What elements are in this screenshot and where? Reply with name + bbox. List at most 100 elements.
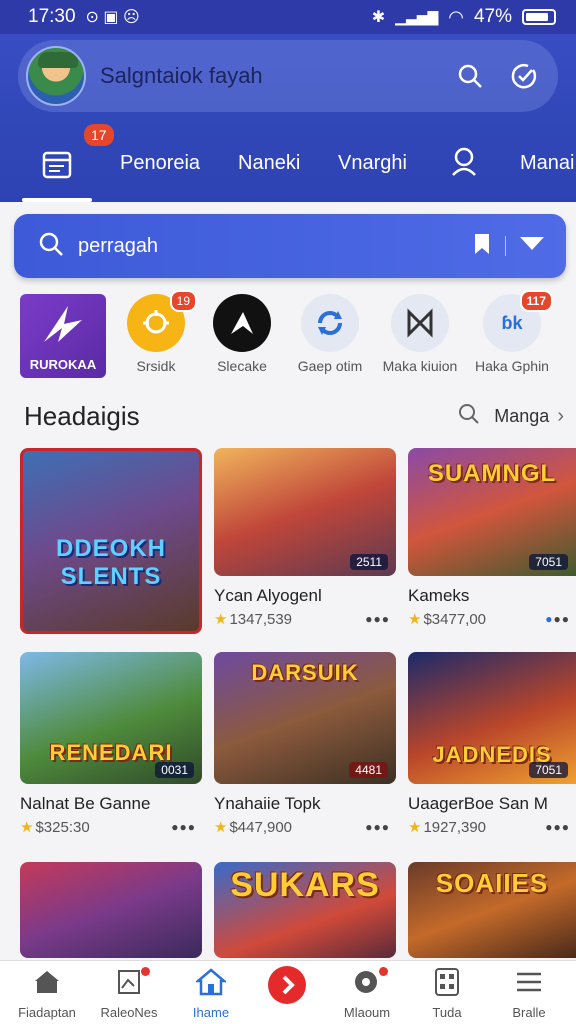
grid-icon [402, 967, 492, 997]
bowtie-icon [391, 294, 449, 352]
search-input[interactable]: perragah [78, 235, 473, 258]
play-icon [242, 965, 332, 1005]
nav-raleones[interactable]: RaleoNes [84, 967, 174, 1020]
avatar[interactable] [26, 46, 86, 106]
chevron-down-icon[interactable] [520, 236, 544, 256]
game-card[interactable]: RENEDARI 0031 Nalnat Be Ganne ★ $325:30 ●●… [20, 652, 202, 836]
more-dots-icon[interactable]: ●●● [545, 820, 570, 834]
game-title: Ycan Alyogenl [214, 586, 322, 605]
nav-label: Bralle [512, 1005, 546, 1020]
game-thumbnail[interactable]: SUAMNGL 7051 [408, 448, 576, 576]
chevron-right-icon[interactable]: › [557, 405, 564, 428]
menu-icon [484, 967, 574, 997]
battery-percent: 47% [473, 6, 512, 27]
shortcut-srsidk[interactable]: 19 Srsidk [110, 290, 202, 374]
tab-home[interactable]: 17 [14, 124, 114, 202]
notification-icons: ⊙ ▣ ☹ [85, 9, 140, 26]
game-card[interactable] [20, 862, 202, 958]
more-dots-icon[interactable]: ●●● [365, 820, 390, 834]
thumb-title: DARSUIK [251, 660, 359, 685]
game-thumbnail[interactable]: SUKARS [214, 862, 396, 958]
bookmark-icon[interactable] [473, 233, 491, 260]
star-icon: ★ [408, 611, 422, 628]
shortcut-label: Gaep otim [297, 358, 363, 374]
shortcut-haka-gphin[interactable]: ɓk 117 Haka Gphin [466, 290, 558, 374]
game-card[interactable]: DARSUIK 4481 Ynahaiie Topk ★ $447,900 ●●● [214, 652, 396, 836]
see-more-link[interactable]: Manga [494, 406, 549, 427]
shortcut-label: Maka kiuion [382, 358, 458, 374]
game-thumbnail[interactable]: DARSUIK 4481 [214, 652, 396, 784]
shortcut-label: Haka Gphin [475, 358, 549, 374]
app-header: 17:30 ⊙ ▣ ☹ ✱ ▁▃▅▇ ◠ 47% Salgntaiok faya… [0, 0, 576, 202]
game-thumbnail[interactable]: JADNEDIS 7051 [408, 652, 576, 784]
tab-manai[interactable]: Manai [520, 152, 574, 175]
wifi-icon: ◠ [448, 6, 464, 27]
nav-label: Ihame [192, 1005, 230, 1020]
nav-fiadaptan[interactable]: Fiadaptan [2, 967, 92, 1020]
nav-label: Fiadaptan [18, 1005, 76, 1020]
game-card[interactable]: SUAMNGL 7051 Kameks ★ $3477,00 ●●● [408, 448, 576, 628]
more-dots-icon[interactable]: ●●● [171, 820, 196, 834]
tab-naneki[interactable]: Naneki [238, 152, 300, 175]
game-tag: 2511 [350, 554, 388, 570]
nav-tuda[interactable]: Tuda [402, 967, 492, 1020]
game-card[interactable]: SOAIIES [408, 862, 576, 958]
star-icon: ★ [408, 819, 422, 836]
game-card[interactable]: DDEOKH SLENTS [20, 448, 202, 634]
nav-bralle[interactable]: Bralle [484, 967, 574, 1020]
tab-penoreia[interactable]: Penoreia [120, 152, 200, 175]
section-header: Headaigis Manga › [24, 398, 564, 434]
star-icon: ★ [20, 819, 34, 836]
more-dots-icon[interactable]: ●●● [545, 612, 570, 626]
game-thumbnail[interactable]: SOAIIES [408, 862, 576, 958]
shortcut-badge: 117 [519, 290, 553, 312]
app-logo-icon [44, 306, 82, 342]
shortcut-gaep-otim[interactable]: Gaep otim [284, 292, 376, 374]
shortcut-maka-kiuion[interactable]: Maka kiuion [374, 292, 466, 374]
shortcut-label: Slecake [217, 358, 267, 374]
game-title: Nalnat Be Ganne [20, 794, 151, 813]
tab-bar: 17 Penoreia Naneki Vnarghi Manai [0, 124, 576, 202]
battery-icon [522, 9, 556, 25]
user-search-icon[interactable] [450, 146, 478, 182]
arrow-logo-icon [213, 294, 271, 352]
shortcut-rurokaa[interactable]: RUROKAA [20, 294, 106, 378]
nav-play-button[interactable] [242, 965, 332, 1005]
game-card[interactable]: JADNEDIS 7051 UaagerBoe San M ★ 1927,390 ●… [408, 652, 576, 836]
section-title: Headaigis [24, 400, 140, 431]
game-rating: $3477,00 [423, 610, 487, 628]
signal-icon: ▁▃▅▇ [395, 8, 439, 25]
tab-badge: 17 [84, 124, 114, 146]
search-icon[interactable] [450, 56, 490, 96]
status-time: 17:30 [28, 6, 76, 27]
game-rating: $447,900 [229, 818, 293, 836]
game-card[interactable]: SUKARS [214, 862, 396, 958]
shortcut-label: RUROKAA [29, 357, 97, 372]
search-bar[interactable]: perragah [14, 214, 566, 278]
game-thumbnail[interactable]: 2511 [214, 448, 396, 576]
search-icon[interactable] [458, 403, 480, 430]
game-rating: 1927,390 [423, 818, 487, 836]
document-icon [84, 967, 174, 997]
game-card[interactable]: 2511 Ycan Alyogenl ★ 1347,539 ●●● [214, 448, 396, 628]
more-dots-icon[interactable]: ●●● [365, 612, 390, 626]
star-icon: ★ [214, 611, 228, 628]
divider [505, 236, 506, 256]
nav-label: RaleoNes [100, 1005, 158, 1020]
check-circle-icon[interactable] [504, 56, 544, 96]
refresh-icon [301, 294, 359, 352]
game-tag: 7051 [529, 762, 568, 778]
status-bar: 17:30 ⊙ ▣ ☹ ✱ ▁▃▅▇ ◠ 47% [0, 0, 576, 34]
shortcut-slecake[interactable]: Slecake [196, 292, 288, 374]
nav-label: Mlaoum [343, 1005, 391, 1020]
thumb-title: SOAIIES [435, 868, 549, 898]
game-thumbnail[interactable]: DDEOKH SLENTS [20, 448, 202, 634]
shortcut-badge: 19 [169, 290, 197, 312]
game-rating: 1347,539 [229, 610, 293, 628]
search-icon [38, 231, 64, 262]
game-thumbnail[interactable] [20, 862, 202, 958]
tab-vnarghi[interactable]: Vnarghi [338, 152, 407, 175]
nav-mlaoum[interactable]: Mlaoum [322, 967, 412, 1020]
profile-bar[interactable]: Salgntaiok fayah [18, 40, 558, 112]
game-thumbnail[interactable]: RENEDARI 0031 [20, 652, 202, 784]
